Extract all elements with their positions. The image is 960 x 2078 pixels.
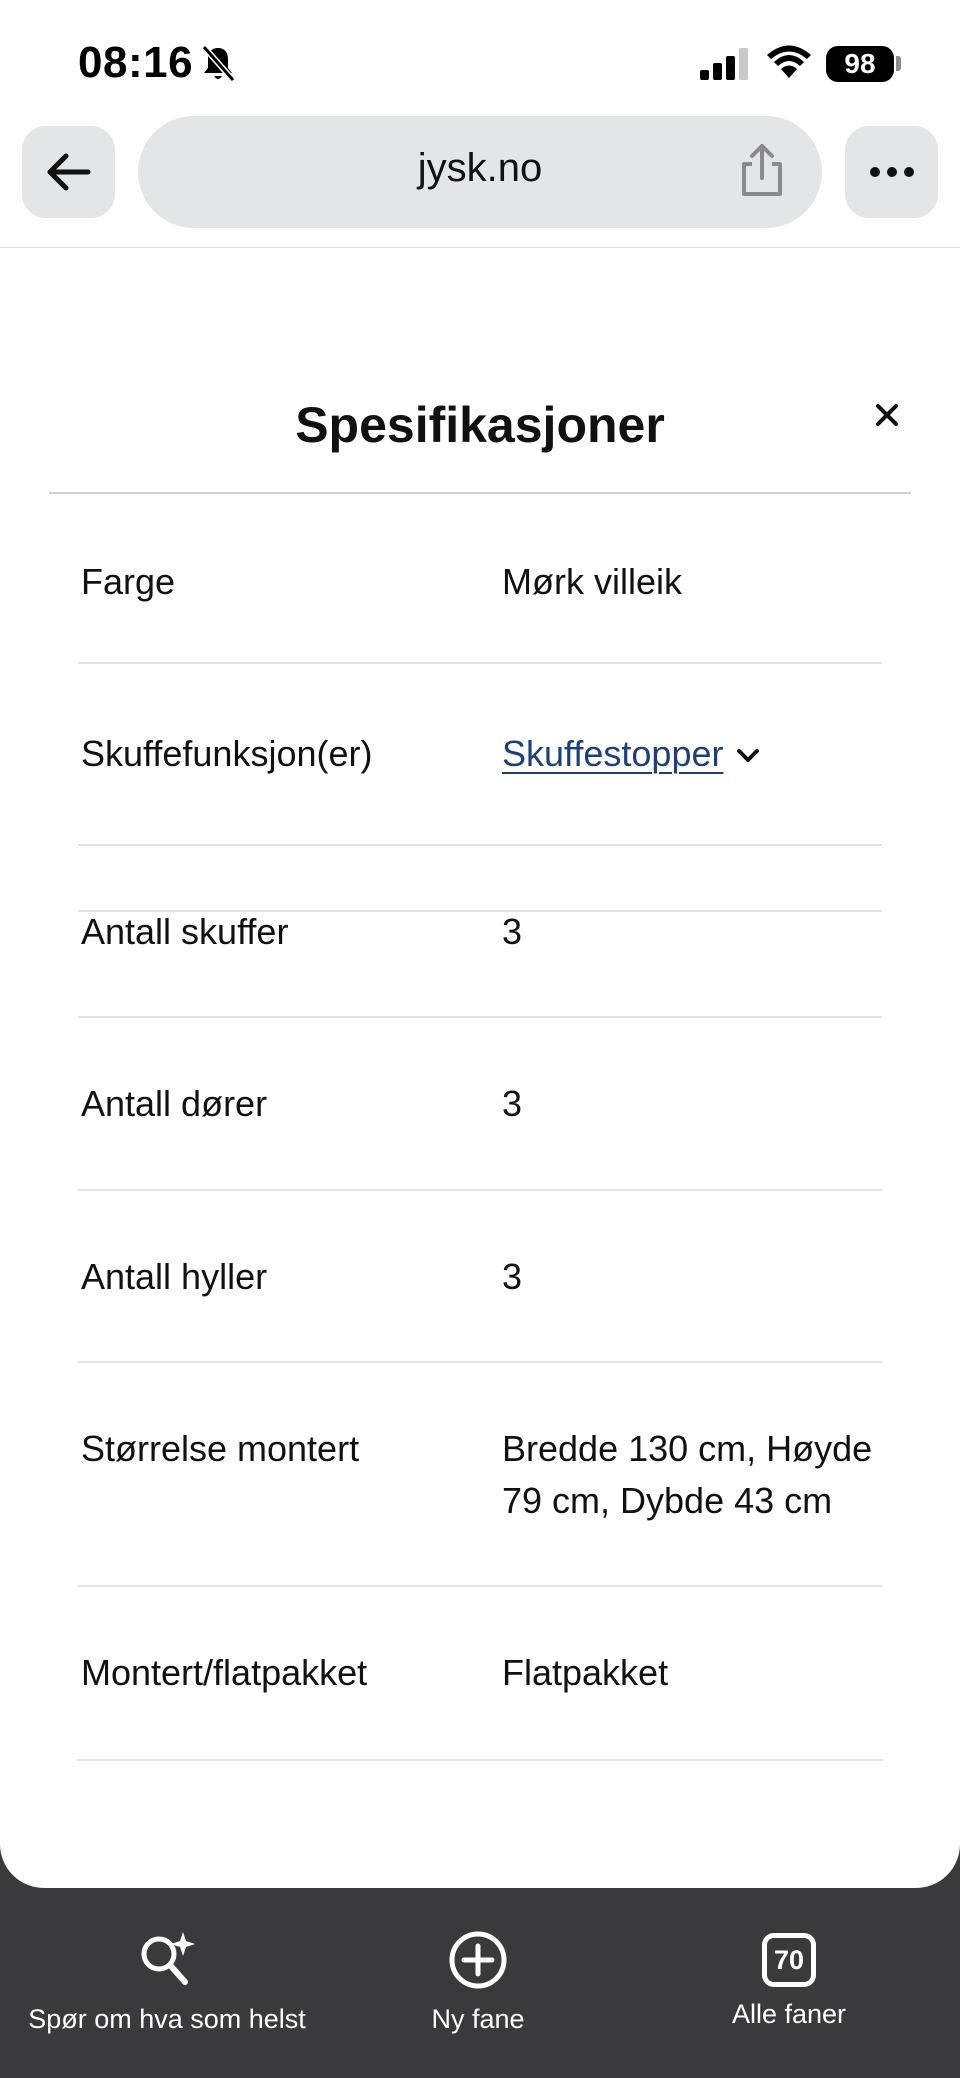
spec-value: 3: [502, 911, 523, 952]
spec-row: Størrelse montert Bredde 130 cm, Høyde 7…: [78, 1363, 882, 1587]
spec-label: Antall hyller: [81, 1256, 268, 1297]
sheet-title: Spesifikasjoner: [295, 397, 665, 453]
status-bar: 08:16 98: [0, 0, 960, 116]
share-icon[interactable]: [738, 142, 786, 198]
new-tab-button[interactable]: Ny fane: [398, 1928, 558, 2035]
spec-row: Antall skuffer 3: [78, 846, 882, 1018]
close-button[interactable]: [868, 396, 906, 434]
spec-value-link[interactable]: Skuffestopper: [502, 728, 892, 780]
drawer-function-link[interactable]: Skuffestopper: [502, 733, 723, 774]
back-button[interactable]: [22, 126, 115, 218]
spec-label: Skuffefunksjon(er): [81, 733, 373, 774]
spec-value: Bredde 130 cm, Høyde 79 cm, Dybde 43 cm: [502, 1428, 873, 1521]
battery-nub: [896, 56, 901, 71]
all-tabs-button[interactable]: 70 Alle faner: [706, 1928, 872, 2030]
spec-label: Montert/flatpakket: [81, 1652, 368, 1693]
specifications-sheet: Spesifikasjoner Farge Mørk villeik Skuff…: [0, 248, 960, 1888]
wifi-icon: [767, 45, 811, 78]
more-button[interactable]: [845, 126, 938, 218]
plus-circle-icon: [449, 1931, 507, 1989]
spec-value: Mørk villeik: [502, 561, 682, 602]
bell-off-icon: [201, 45, 236, 82]
chevron-down-icon[interactable]: [735, 747, 761, 765]
new-tab-label: Ny fane: [431, 2004, 525, 2034]
tab-count-icon: 70: [762, 1933, 816, 1987]
browser-address-bar: jysk.no: [0, 116, 960, 248]
ask-anything-button[interactable]: Spør om hva som helst: [26, 1928, 308, 2035]
spec-value: Flatpakket: [502, 1652, 669, 1693]
spec-row: Antall dører 3: [78, 1018, 882, 1191]
spec-label: Størrelse montert: [81, 1428, 360, 1469]
arrow-left-icon: [47, 153, 90, 191]
spec-row: Farge Mørk villeik: [78, 494, 882, 664]
spec-row: Antall hyller 3: [78, 1191, 882, 1363]
ellipsis-icon: [869, 167, 914, 177]
url-field[interactable]: jysk.no: [138, 116, 822, 228]
spec-label: Antall skuffer: [81, 911, 289, 952]
battery-icon: 98: [826, 46, 894, 82]
spec-value: 3: [502, 1083, 523, 1124]
close-icon: [876, 404, 898, 426]
url-text: jysk.no: [417, 146, 543, 190]
all-tabs-label: Alle faner: [731, 1999, 847, 2029]
spec-label: Farge: [81, 561, 176, 602]
spec-label: Antall dører: [81, 1083, 268, 1124]
ask-anything-label: Spør om hva som helst: [28, 2004, 306, 2034]
status-time: 08:16: [78, 38, 194, 87]
bottom-toolbar: Spør om hva som helst Ny fane 70 Alle fa…: [0, 1888, 960, 2078]
spec-row: Skuffefunksjon(er) Skuffestopper: [78, 664, 882, 846]
signal-icon: [700, 48, 748, 80]
spec-value: 3: [502, 1256, 523, 1297]
sparkle-search-icon: [141, 1932, 195, 1985]
spec-row: Montert/flatpakket Flatpakket: [78, 1587, 882, 1761]
